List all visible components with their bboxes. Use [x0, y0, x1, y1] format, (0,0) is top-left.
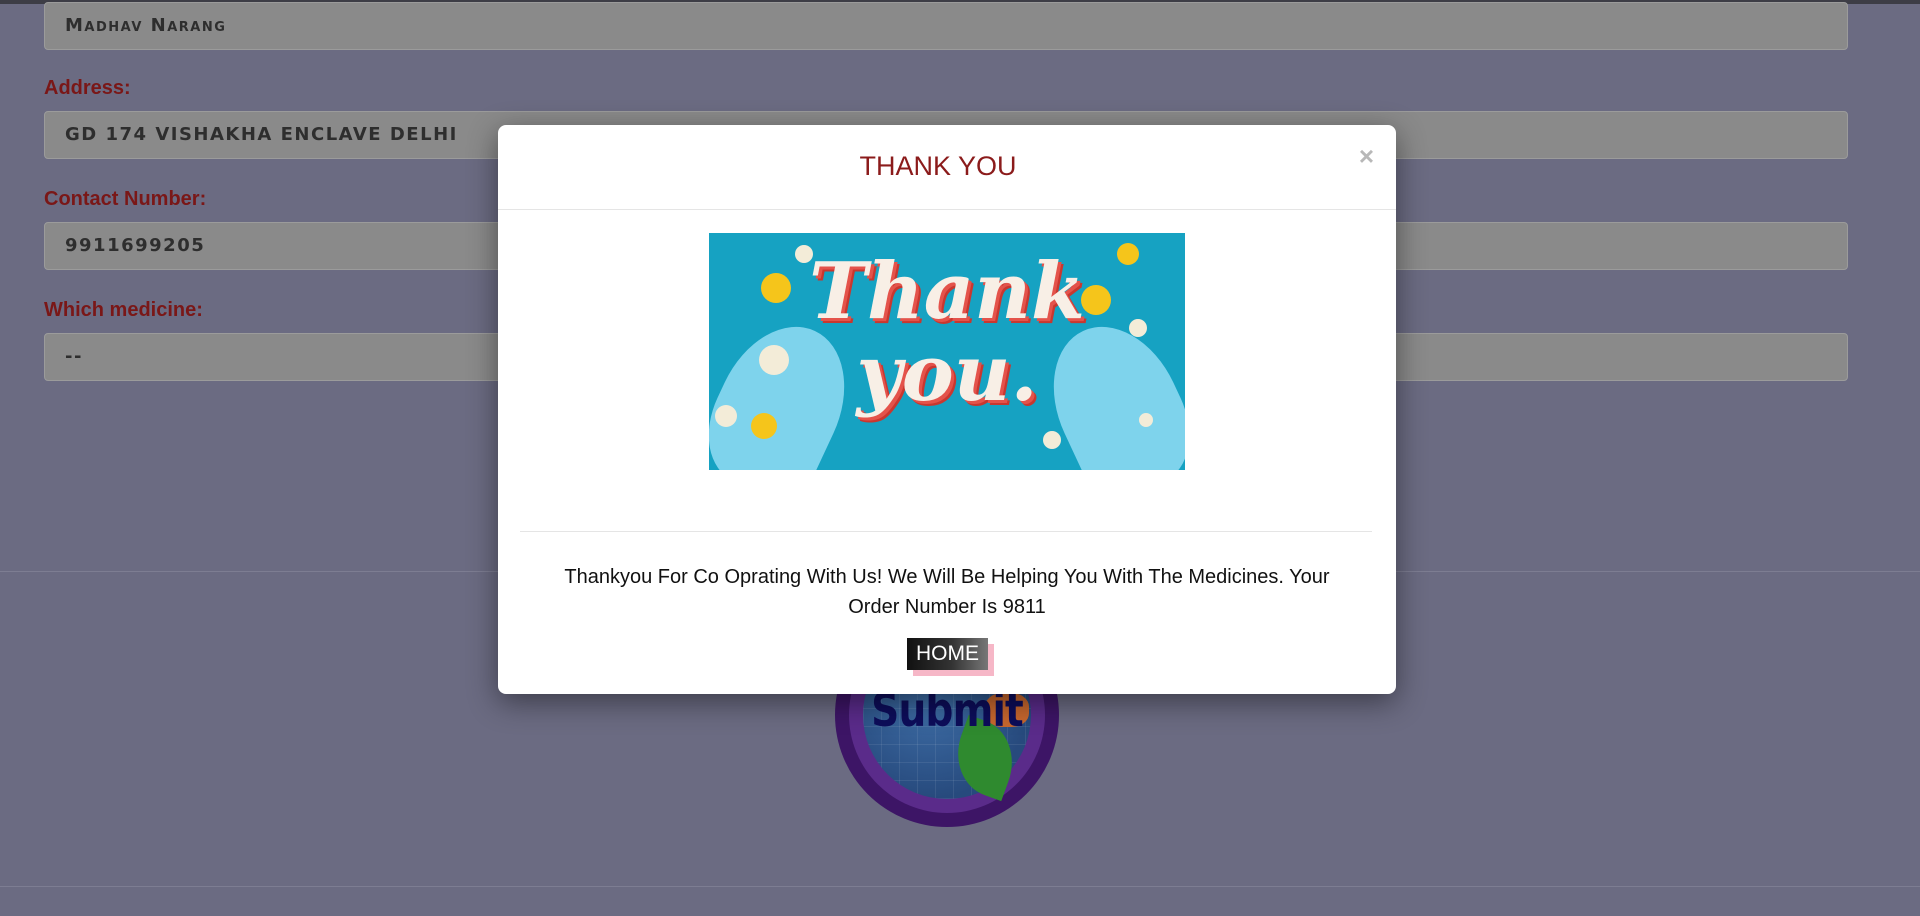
medicine-label: Which medicine:: [44, 299, 203, 321]
home-button[interactable]: HOME: [907, 638, 988, 670]
modal-header-divider: [498, 209, 1396, 210]
chat-icon: [751, 413, 777, 439]
footer-divider: [0, 886, 1920, 887]
modal-title: THANK YOU: [859, 151, 1017, 181]
modal-body-divider: [520, 531, 1372, 532]
thank-you-banner-image: Thank you.: [709, 233, 1185, 470]
close-icon[interactable]: ×: [1359, 143, 1374, 169]
contact-number-label: Contact Number:: [44, 188, 207, 210]
address-label: Address:: [44, 77, 131, 99]
thank-you-modal: THANK YOU × Thank you. Thankyou For Co O…: [498, 125, 1396, 694]
flower-dot: [1043, 431, 1061, 449]
thank-you-script-text: Thank you.: [808, 246, 1086, 419]
order-confirmation-message: Thankyou For Co Oprating With Us! We Wil…: [564, 566, 1330, 618]
name-field[interactable]: Madhav Narang: [44, 2, 1848, 50]
flower-dot: [1139, 413, 1153, 427]
